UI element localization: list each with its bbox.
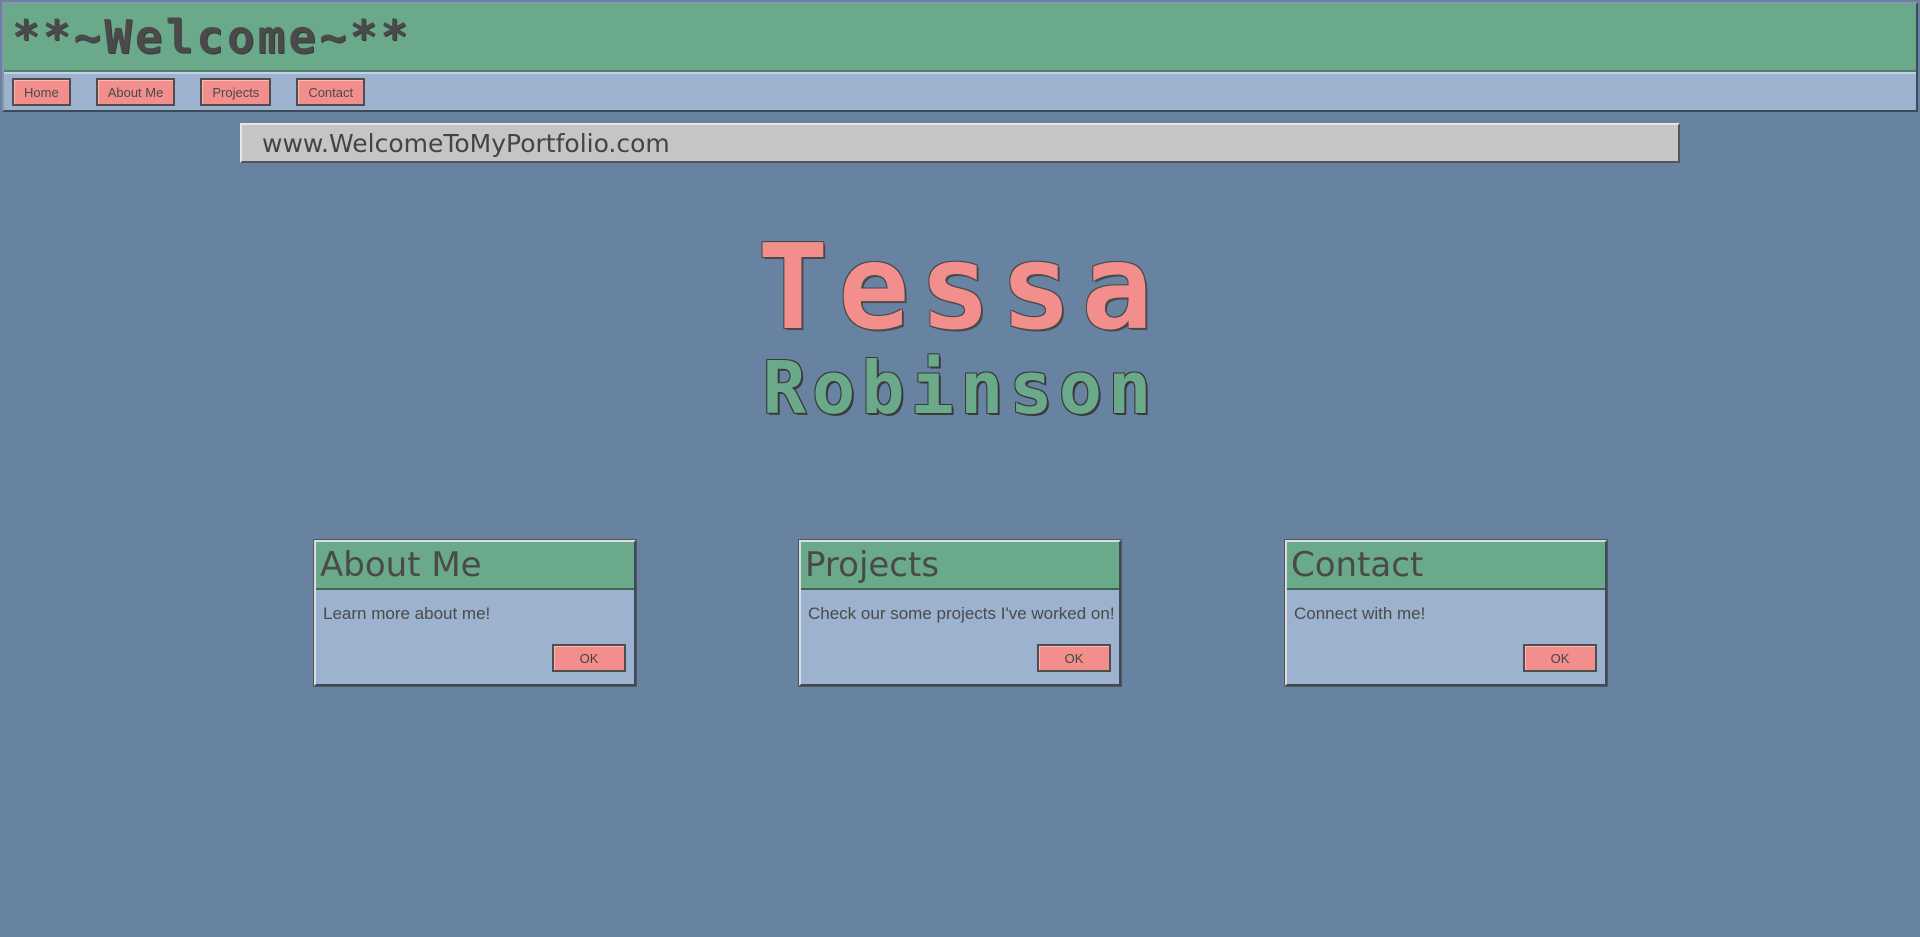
projects-card: Projects Check our some projects I've wo… [798, 539, 1122, 687]
nav-home-button[interactable]: Home [12, 78, 71, 106]
about-card-title: About Me [316, 542, 634, 590]
projects-card-title: Projects [801, 542, 1119, 590]
about-card-text: Learn more about me! [323, 604, 491, 623]
contact-card-title: Contact [1287, 542, 1605, 590]
contact-card-text: Connect with me! [1294, 604, 1426, 623]
url-text: www.WelcomeToMyPortfolio.com [262, 128, 670, 158]
url-bar[interactable]: www.WelcomeToMyPortfolio.com [240, 123, 1680, 163]
about-card: About Me Learn more about me! OK [313, 539, 637, 687]
nav-about-button[interactable]: About Me [95, 78, 176, 106]
hero-last-name: Robinson [762, 346, 1158, 430]
title-bar: **~Welcome~** [4, 4, 1916, 72]
contact-ok-button[interactable]: OK [1523, 644, 1597, 672]
contact-card: Contact Connect with me! OK [1284, 539, 1608, 687]
page-title: **~Welcome~** [12, 10, 412, 64]
nav-projects-button[interactable]: Projects [200, 78, 272, 106]
projects-ok-button[interactable]: OK [1037, 644, 1111, 672]
hero-first-name: Tessa [757, 218, 1163, 356]
projects-card-text: Check our some projects I've worked on! [808, 604, 1115, 623]
nav-contact-button[interactable]: Contact [296, 78, 366, 106]
nav-bar: Home About Me Projects Contact [4, 72, 1916, 110]
top-window: **~Welcome~** Home About Me Projects Con… [2, 2, 1918, 112]
about-ok-button[interactable]: OK [552, 644, 626, 672]
